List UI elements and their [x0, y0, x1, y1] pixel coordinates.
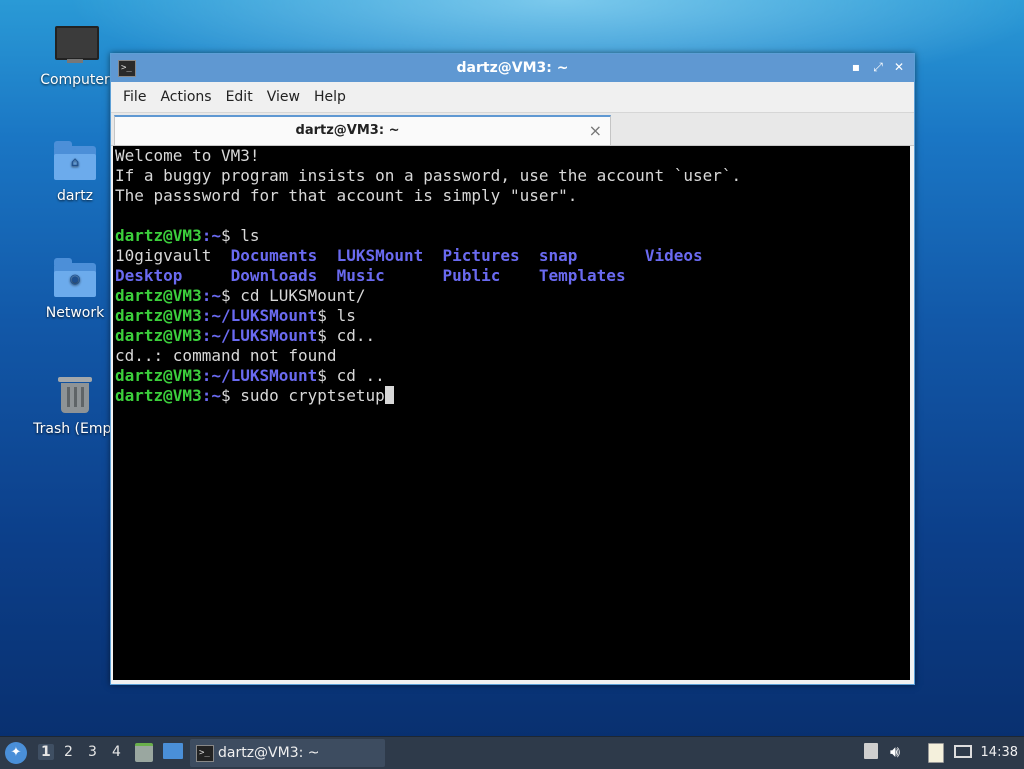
- menu-file[interactable]: File: [117, 85, 152, 109]
- menu-edit[interactable]: Edit: [220, 85, 259, 109]
- file-name: 10gigvault: [115, 246, 212, 265]
- dir-name: Public: [442, 266, 501, 285]
- prompt-path: :~: [201, 386, 221, 405]
- prompt-line: dartz@VM3:~/LUKSMount$ cd ..: [113, 366, 910, 386]
- terminal-window: >_ dartz@VM3: ~ ▪ ⤢ ✕ File Actions Edit …: [110, 53, 915, 685]
- dir-name: Templates: [538, 266, 626, 285]
- tab-bar: dartz@VM3: ~ ×: [111, 113, 914, 146]
- output-line: The passsword for that account is simply…: [115, 186, 578, 205]
- ls-output-row: 10gigvault Documents LUKSMount Pictures …: [113, 246, 910, 266]
- prompt-user: dartz@VM3: [115, 386, 202, 405]
- window-title: dartz@VM3: ~: [456, 60, 569, 76]
- prompt-path: :~: [201, 226, 221, 245]
- prompt-line: dartz@VM3:~/LUKSMount$ ls: [113, 306, 910, 326]
- workspace-4[interactable]: 4: [112, 744, 121, 760]
- dir-name: Pictures: [442, 246, 520, 265]
- network-status-icon[interactable]: [954, 743, 972, 761]
- prompt-command: $ cd..: [317, 326, 376, 345]
- network-folder-icon: ◉: [53, 257, 97, 299]
- prompt-command: $ cd LUKSMount/: [220, 286, 366, 305]
- menu-help[interactable]: Help: [308, 85, 352, 109]
- text-cursor: [384, 386, 394, 404]
- terminal-icon: >_: [196, 745, 214, 762]
- terminal-output[interactable]: Welcome to VM3! If a buggy program insis…: [113, 146, 910, 680]
- prompt-line: dartz@VM3:~$ cd LUKSMount/: [113, 286, 910, 306]
- taskbar: ✦ 1 2 3 4 >_ dartz@VM3: ~ 🔊︎ 14:38: [0, 736, 1024, 769]
- prompt-path: :~: [201, 286, 221, 305]
- computer-icon: [53, 24, 99, 66]
- workspace-1[interactable]: 1: [38, 744, 54, 760]
- dir-name: Downloads: [230, 266, 318, 285]
- prompt-command: $ ls: [220, 226, 260, 245]
- menu-bar: File Actions Edit View Help: [111, 82, 914, 113]
- taskbar-terminal-button[interactable]: >_ dartz@VM3: ~: [190, 739, 385, 767]
- clock[interactable]: 14:38: [981, 745, 1018, 760]
- menu-actions[interactable]: Actions: [154, 85, 217, 109]
- ls-output-row: Desktop Downloads Music Public Templates: [113, 266, 910, 286]
- dir-name: Music: [336, 266, 385, 285]
- home-folder-icon: ⌂: [53, 140, 97, 182]
- prompt-user: dartz@VM3: [115, 286, 202, 305]
- window-titlebar[interactable]: >_ dartz@VM3: ~ ▪ ⤢ ✕: [111, 54, 914, 82]
- prompt-path: :~/LUKSMount: [201, 366, 318, 385]
- minimize-button[interactable]: ▪: [848, 59, 864, 75]
- prompt-command: $ sudo cryptsetup: [220, 386, 385, 405]
- dir-name: LUKSMount: [336, 246, 424, 265]
- prompt-command: $ ls: [317, 306, 356, 325]
- prompt-user: dartz@VM3: [115, 326, 202, 345]
- prompt-line-current: dartz@VM3:~$ sudo cryptsetup: [113, 386, 910, 406]
- trash-icon: [53, 373, 97, 415]
- dir-name: snap: [538, 246, 578, 265]
- prompt-command: $ cd ..: [317, 366, 385, 385]
- volume-icon[interactable]: 🔊︎: [890, 743, 908, 761]
- prompt-path: :~/LUKSMount: [201, 326, 318, 345]
- taskbar-window-label: dartz@VM3: ~: [218, 745, 320, 761]
- tab-close-icon[interactable]: ×: [589, 121, 602, 140]
- dir-name: Videos: [644, 246, 703, 265]
- maximize-button[interactable]: ⤢: [870, 59, 886, 75]
- tab-label: dartz@VM3: ~: [295, 123, 400, 138]
- workspace-2[interactable]: 2: [64, 744, 73, 760]
- prompt-user: dartz@VM3: [115, 226, 202, 245]
- dir-name: Desktop: [115, 266, 183, 285]
- prompt-user: dartz@VM3: [115, 366, 202, 385]
- prompt-line: dartz@VM3:~/LUKSMount$ cd..: [113, 326, 910, 346]
- tab-terminal[interactable]: dartz@VM3: ~ ×: [114, 115, 611, 145]
- error-line: cd..: command not found: [115, 346, 337, 365]
- close-button[interactable]: ✕: [891, 59, 907, 75]
- removable-drive-icon[interactable]: [862, 743, 880, 761]
- workspace-3[interactable]: 3: [88, 744, 97, 760]
- show-desktop-icon[interactable]: [163, 743, 183, 761]
- prompt-user: dartz@VM3: [115, 306, 202, 325]
- start-menu-icon[interactable]: ✦: [5, 742, 27, 764]
- file-manager-icon[interactable]: [135, 743, 155, 762]
- menu-view[interactable]: View: [261, 85, 306, 109]
- dir-name: Documents: [230, 246, 318, 265]
- output-line: Welcome to VM3!: [115, 146, 260, 165]
- output-line: If a buggy program insists on a password…: [115, 166, 742, 185]
- clipboard-icon[interactable]: [926, 743, 944, 763]
- prompt-line: dartz@VM3:~$ ls: [113, 226, 910, 246]
- prompt-path: :~/LUKSMount: [201, 306, 318, 325]
